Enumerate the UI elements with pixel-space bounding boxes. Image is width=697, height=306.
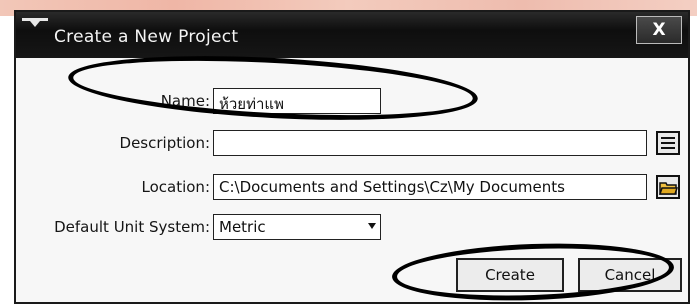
folder-open-icon[interactable] [656,175,680,199]
chevron-down-icon[interactable] [368,223,376,229]
description-label: Description: [119,134,210,152]
location-field[interactable]: C:\Documents and Settings\Cz\My Document… [213,174,647,200]
window-menu-icon[interactable] [22,18,48,31]
unit-system-select[interactable]: Metric [213,214,381,240]
dialog-titlebar: Create a New Project X [16,12,688,58]
description-field[interactable] [213,130,647,156]
location-label: Location: [141,178,211,196]
unit-system-value: Metric [219,218,266,236]
unit-system-label: Default Unit System: [54,218,210,236]
close-button[interactable]: X [636,16,682,44]
dialog-title: Create a New Project [54,27,239,47]
close-icon: X [652,20,666,40]
list-edit-icon[interactable] [656,131,680,155]
